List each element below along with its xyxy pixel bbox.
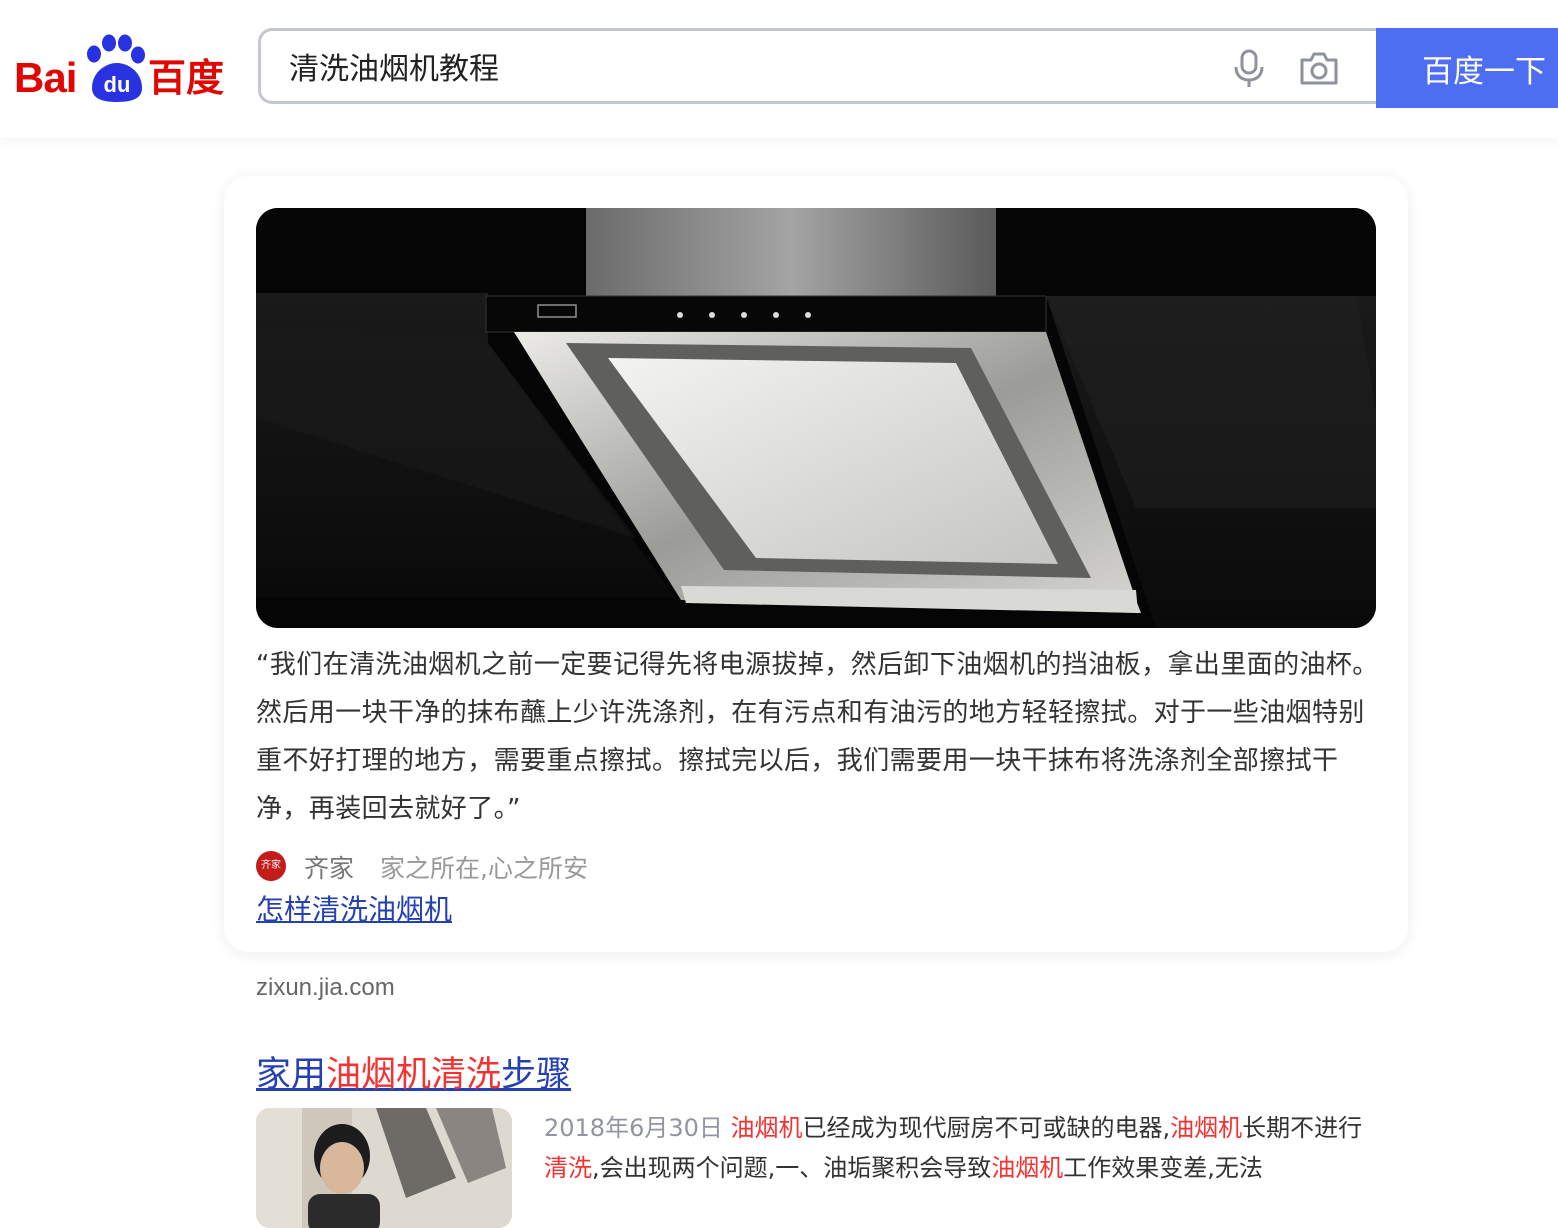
featured-snippet-card: “我们在清洗油烟机之前一定要记得先将电源拔掉，然后卸下油烟机的挡油板，拿出里面的… xyxy=(224,176,1408,952)
result-thumbnail[interactable] xyxy=(256,1108,512,1228)
logo-text-cn: 百度 xyxy=(148,56,225,100)
logo-text-bai: Bai xyxy=(14,54,77,101)
title-part: 步骤 xyxy=(501,1055,572,1095)
search-input[interactable] xyxy=(289,41,1189,91)
top-bar: Bai du 百度 百度一下 xyxy=(0,0,1558,138)
snippet-part: 工作效果变差,无法 xyxy=(1063,1154,1263,1182)
snippet-highlight: 油烟机 xyxy=(991,1154,1064,1182)
result-date: 2018年6月30日 xyxy=(544,1114,723,1142)
snippet-part: ,会出现两个问题,一、油垢聚积会导致 xyxy=(592,1154,992,1182)
search-button[interactable]: 百度一下 xyxy=(1376,28,1558,108)
title-part: 家用 xyxy=(256,1055,327,1095)
snippet-highlight: 油烟机 xyxy=(1170,1114,1243,1142)
snippet-part: 已经成为现代厨房不可或缺的电器, xyxy=(802,1114,1171,1142)
source-domain: zixun.jia.com xyxy=(256,974,395,1001)
snippet-highlight: 油烟机 xyxy=(730,1114,803,1142)
result-snippet: 2018年6月30日 油烟机已经成为现代厨房不可或缺的电器,油烟机长期不进行清洗… xyxy=(544,1108,1384,1188)
source-slogan: 家之所在,心之所安 xyxy=(380,854,588,883)
source-logo-icon[interactable]: 齐家 xyxy=(256,851,286,881)
featured-source-link[interactable]: 怎样清洗油烟机 xyxy=(256,888,452,928)
range-hood-image[interactable] xyxy=(256,208,1376,628)
title-highlight: 油烟机清洗 xyxy=(326,1055,502,1095)
source-name[interactable]: 齐家 xyxy=(304,849,354,885)
search-box xyxy=(258,28,1376,104)
snippet-highlight: 清洗 xyxy=(544,1154,592,1182)
logo-text-du: du xyxy=(104,72,131,97)
featured-answer-text: “我们在清洗油烟机之前一定要记得先将电源拔掉，然后卸下油烟机的挡油板，拿出里面的… xyxy=(256,650,1379,824)
snippet-part xyxy=(723,1114,731,1142)
snippet-part: 长期不进行 xyxy=(1242,1114,1363,1142)
baidu-logo[interactable]: Bai du 百度 xyxy=(14,34,224,104)
camera-icon[interactable] xyxy=(1297,46,1341,90)
result-title-link[interactable]: 家用油烟机清洗步骤 xyxy=(256,1046,571,1097)
microphone-icon[interactable] xyxy=(1227,46,1271,90)
paw-icon: du xyxy=(87,34,145,102)
